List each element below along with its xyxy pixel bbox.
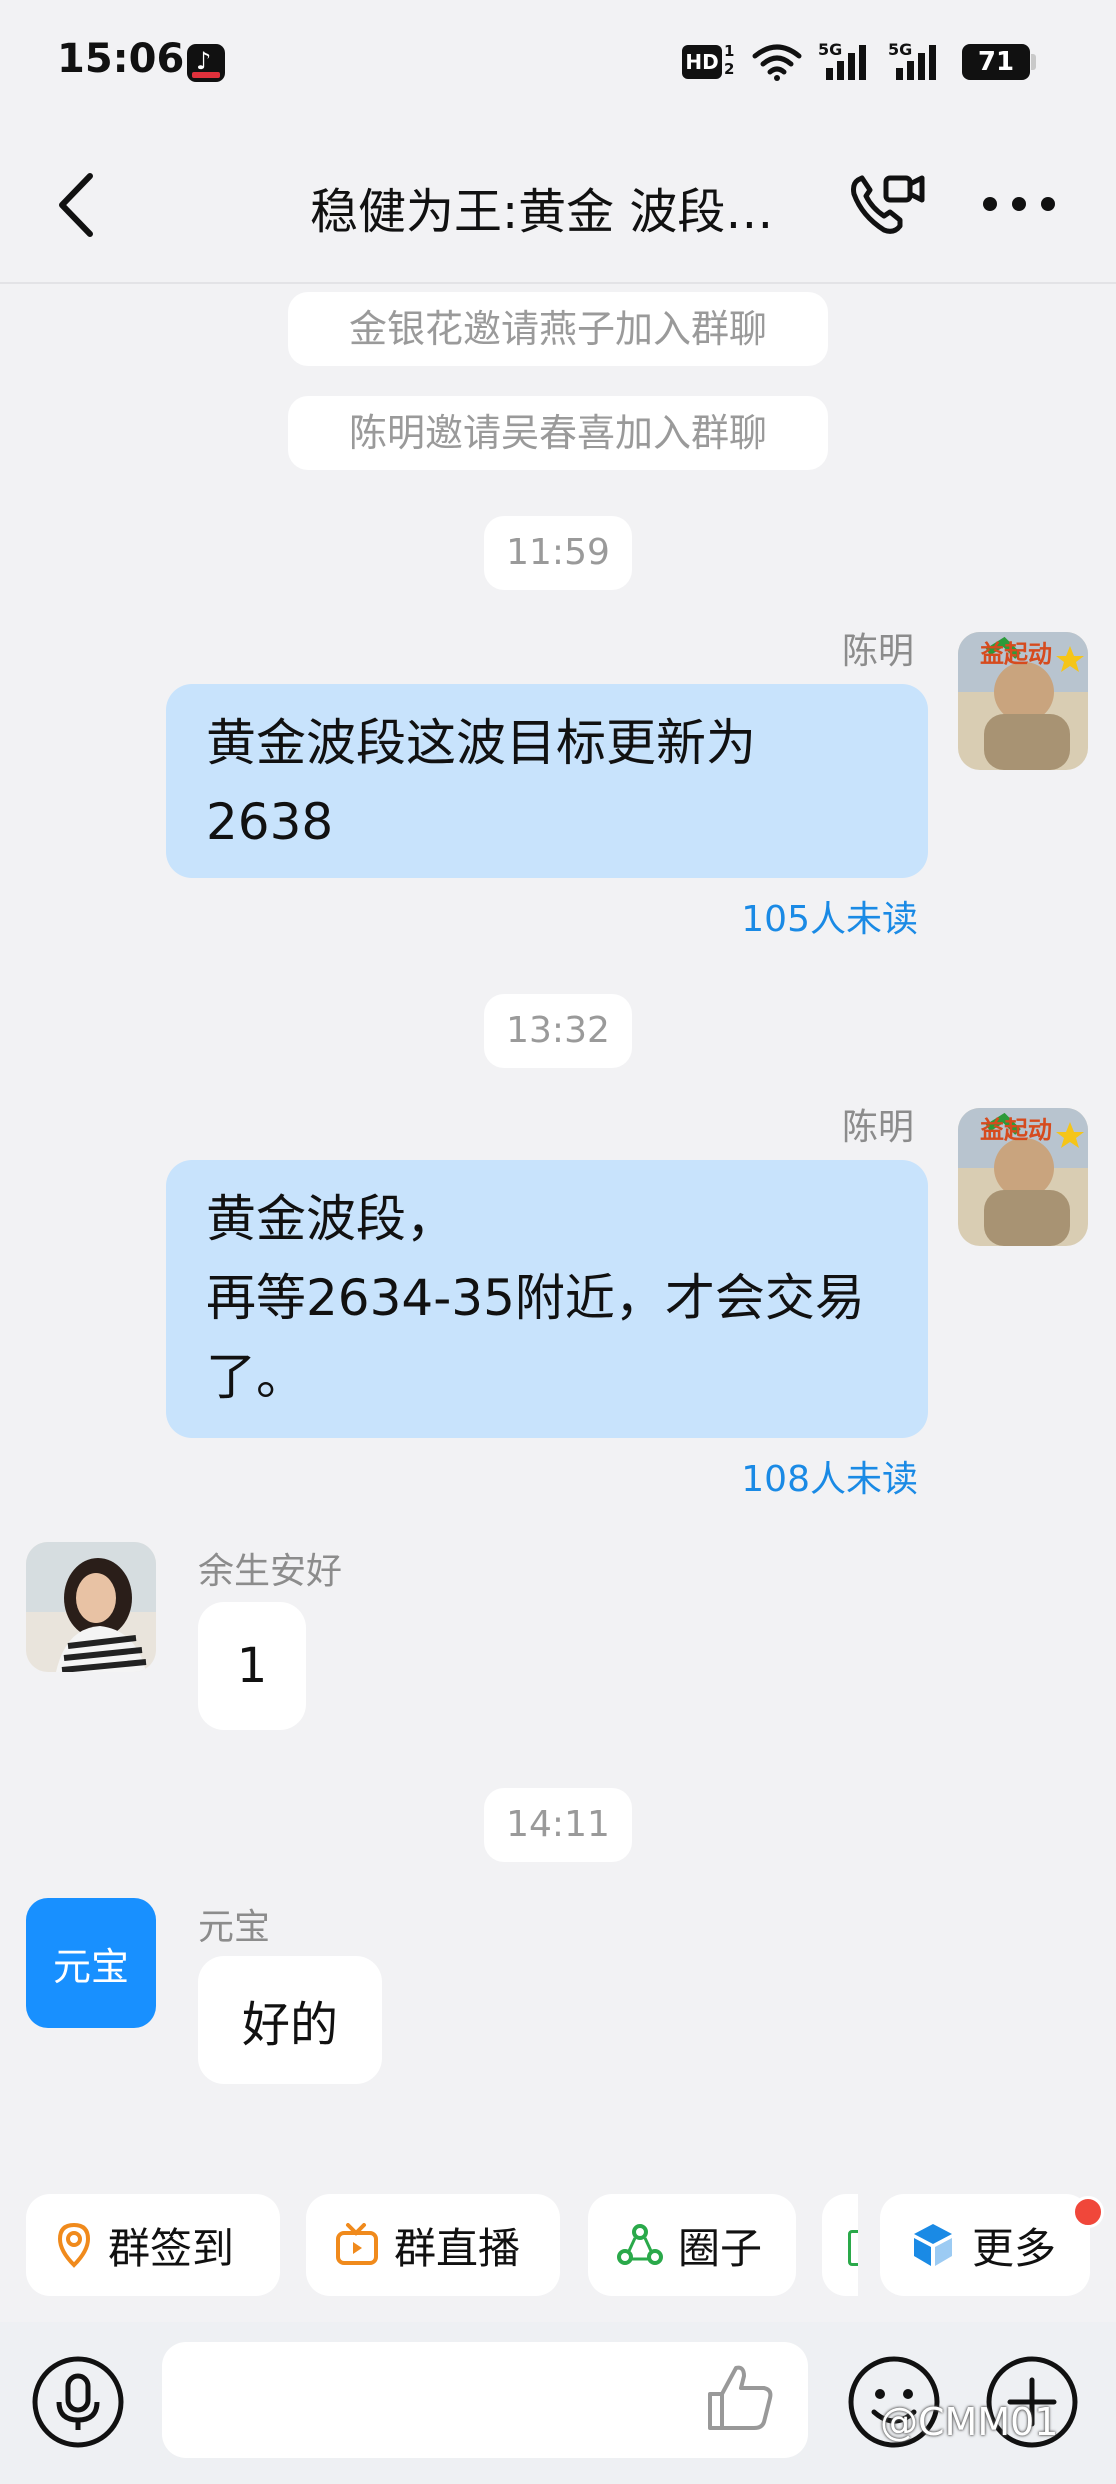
avatar-badge-text: 益起动 <box>980 1116 1052 1144</box>
avatar[interactable]: 益起动 <box>958 632 1088 770</box>
message-line: 黄金波段这波目标更新为 <box>206 714 756 772</box>
message-line: 2638 <box>206 793 334 851</box>
partially-visible-action[interactable] <box>822 2194 858 2296</box>
video-call-button[interactable] <box>846 168 930 240</box>
notification-dot <box>1072 2196 1104 2228</box>
circle-nodes-icon <box>617 2224 663 2265</box>
chat-timestamp: 13:32 <box>484 994 632 1068</box>
quick-action-label: 群直播 <box>394 2223 521 2273</box>
sender-name: 余生安好 <box>198 1551 343 1592</box>
avatar-badge-text: 益起动 <box>980 640 1052 668</box>
unread-count-link[interactable]: 105人未读 <box>628 890 918 942</box>
more-actions-button[interactable]: 更多 <box>880 2194 1090 2296</box>
more-options-button[interactable] <box>982 196 1056 212</box>
message-line: 再等2634-35附近，才会交易 <box>206 1269 865 1327</box>
status-time: 15:06 <box>57 36 185 82</box>
outgoing-message-bubble[interactable]: 黄金波段， 再等2634-35附近，才会交易 了。 <box>166 1160 928 1438</box>
thumbs-up-button[interactable] <box>704 2360 776 2434</box>
voice-input-button[interactable] <box>30 2354 126 2450</box>
chat-timestamp: 11:59 <box>484 516 632 590</box>
header-divider <box>0 282 1116 284</box>
quick-action-label: 圈子 <box>678 2223 763 2273</box>
battery-tip <box>1031 54 1036 70</box>
cube-icon <box>914 2224 952 2266</box>
signal-icon <box>826 45 866 80</box>
yuanbao-avatar[interactable]: 元宝 <box>26 1898 156 2028</box>
incoming-message-bubble[interactable]: 好的 <box>198 1956 382 2084</box>
avatar[interactable]: 益起动 <box>958 1108 1088 1246</box>
quick-action-label: 群签到 <box>108 2223 235 2273</box>
message-line: 了。 <box>206 1348 306 1406</box>
sim-indicator: 12 <box>724 42 735 78</box>
hd-voice-badge: HD <box>682 45 722 79</box>
watermark: @CMM01 <box>880 2400 1059 2444</box>
sender-name: 陈明 <box>841 631 914 672</box>
group-checkin-button[interactable]: 群签到 <box>26 2194 280 2296</box>
location-pin-icon <box>57 2222 91 2268</box>
tv-live-icon <box>336 2223 378 2265</box>
chat-title: 稳健为王:黄金 波段… <box>310 184 774 240</box>
unread-count-link[interactable]: 108人未读 <box>628 1450 918 1502</box>
quick-action-label: 更多 <box>972 2223 1057 2273</box>
avatar[interactable] <box>26 1542 156 1672</box>
sender-name: 元宝 <box>198 1907 271 1948</box>
system-message: 金银花邀请燕子加入群聊 <box>288 292 828 366</box>
sender-name: 陈明 <box>841 1107 914 1148</box>
incoming-message-bubble[interactable]: 1 <box>198 1602 306 1730</box>
group-live-button[interactable]: 群直播 <box>306 2194 560 2296</box>
signal-icon <box>896 45 936 80</box>
back-button[interactable] <box>52 170 102 240</box>
battery-indicator: 71 <box>962 44 1030 80</box>
outgoing-message-bubble[interactable]: 黄金波段这波目标更新为 2638 <box>166 684 928 878</box>
chat-timestamp: 14:11 <box>484 1788 632 1862</box>
message-line: 黄金波段， <box>206 1190 456 1248</box>
circle-button[interactable]: 圈子 <box>588 2194 796 2296</box>
system-message: 陈明邀请吴春喜加入群聊 <box>288 396 828 470</box>
tiktok-notification-icon: ♪ <box>187 44 225 82</box>
wifi-icon <box>752 44 802 81</box>
